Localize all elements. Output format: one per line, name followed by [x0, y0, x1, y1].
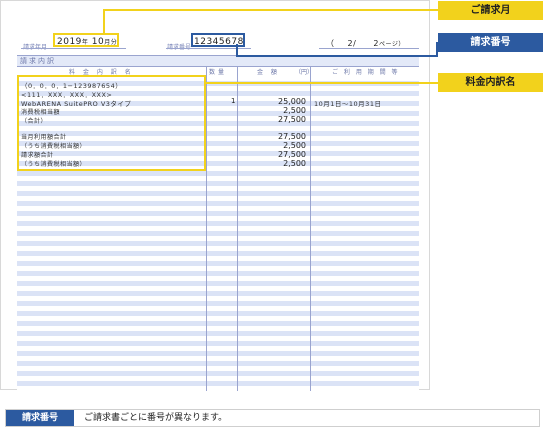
callout-invoice-number: 請求番号	[438, 33, 543, 52]
header-underline	[319, 48, 419, 49]
note-text: ご請求書ごとに番号が異なります。	[84, 413, 228, 423]
note-box: 請求番号 ご請求書ごとに番号が異なります。	[5, 409, 540, 427]
col-period: ご 利 用 期 間 等	[332, 69, 400, 76]
col-amount: 金 額	[257, 69, 280, 76]
column-divider	[237, 66, 238, 391]
callout-item-name: 料金内訳名	[438, 73, 543, 92]
connector-line	[103, 9, 105, 33]
invoice-document: 請求年月 2019年 10月分 請求番号 12345678 （ 2/ 2ページ）…	[0, 0, 430, 391]
billing-month-label: 請求年月	[23, 42, 47, 51]
page-open: （	[326, 39, 335, 48]
callout-billing-month: ご請求月	[438, 1, 543, 20]
connector-line	[205, 82, 438, 84]
column-divider	[206, 66, 207, 391]
header-underline	[21, 48, 126, 49]
billing-month-highlight	[53, 33, 119, 47]
page-current: 2/	[347, 39, 357, 48]
amount-value: 2,500	[283, 106, 306, 115]
header-underline	[166, 48, 251, 49]
item-name-highlight	[17, 75, 206, 171]
amount-value: 27,500	[278, 132, 306, 141]
amount-value: 2,500	[283, 159, 306, 168]
amount-value: 27,500	[278, 150, 306, 159]
connector-line	[236, 55, 438, 57]
quantity-value: 1	[231, 97, 236, 105]
invoice-number-label: 請求番号	[167, 42, 191, 51]
period-value: 10月1日〜10月31日	[314, 100, 382, 108]
section-title: 請求内訳	[20, 57, 56, 65]
amount-value: 25,000	[278, 97, 306, 106]
amount-value: 2,500	[283, 141, 306, 150]
col-qty: 数量	[209, 69, 228, 76]
amount-value: 27,500	[278, 115, 306, 124]
page-unit: ページ）	[378, 41, 405, 48]
note-tag: 請求番号	[6, 410, 74, 426]
column-divider	[310, 66, 311, 391]
connector-line	[103, 9, 438, 11]
